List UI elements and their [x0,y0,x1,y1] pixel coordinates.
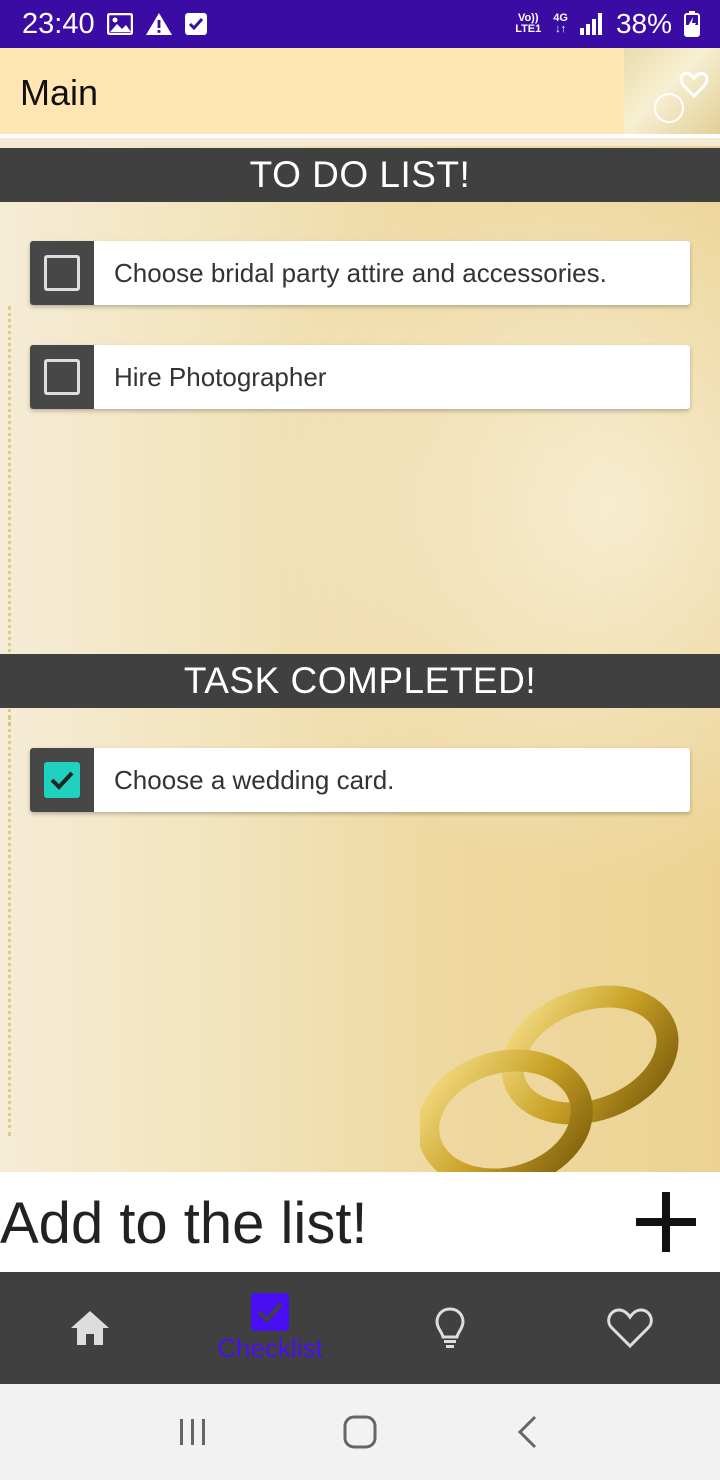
completed-item[interactable]: Choose a wedding card. [30,748,690,812]
app-bar: Main [0,48,720,138]
checkbox-container[interactable] [30,748,94,812]
status-time: 23:40 [22,7,95,40]
decorative-heart-pattern [624,48,720,134]
checkbox[interactable] [44,359,80,395]
status-bar: 23:40 Vo)) LTE1 4G ↓↑ 38% [0,0,720,48]
nav-ideas[interactable] [360,1272,540,1384]
image-icon [106,13,133,35]
warning-icon [145,12,173,36]
signal-icon [579,13,604,35]
checkbox-container[interactable] [30,241,94,305]
wedding-rings-illustration [420,985,679,1172]
checkbox[interactable] [44,255,80,291]
home-icon [71,1311,109,1345]
page-title: Main [20,72,99,113]
home-circle-icon [343,1415,377,1449]
checkbox-container[interactable] [30,345,94,409]
todo-item-label: Choose bridal party attire and accessori… [114,257,607,288]
battery-charging-icon [684,11,700,37]
lightbulb-icon [435,1307,465,1348]
system-navigation [0,1384,720,1480]
volte-indicator: Vo)) LTE1 [515,12,542,35]
check-box-icon [184,13,207,35]
todo-section-header: TO DO LIST! [0,148,720,202]
battery-percent: 38% [615,8,672,39]
todo-item[interactable]: Choose bridal party attire and accessori… [30,241,690,305]
heart-icon [607,1308,653,1348]
add-item-input[interactable] [0,1188,600,1258]
completed-item-label: Choose a wedding card. [114,764,395,795]
completed-section-header: TASK COMPLETED! [0,654,720,708]
bottom-navigation: Checklist [0,1272,720,1384]
todo-item[interactable]: Hire Photographer [30,345,690,409]
checklist-icon [251,1292,289,1331]
recent-apps-icon [180,1419,206,1445]
nav-favorites[interactable] [540,1272,720,1384]
nav-home[interactable] [0,1272,180,1384]
back-button[interactable] [497,1402,557,1462]
nav-checklist[interactable]: Checklist [180,1272,360,1384]
add-button[interactable] [634,1190,698,1254]
back-icon [517,1415,536,1449]
plus-icon [636,1192,696,1252]
home-button[interactable] [330,1402,390,1462]
nav-checklist-label: Checklist [217,1332,323,1363]
check-icon [50,771,74,790]
network-type: 4G ↓↑ [553,12,568,35]
checkbox-checked[interactable] [44,762,80,798]
recent-apps-button[interactable] [163,1402,223,1462]
todo-item-label: Hire Photographer [114,361,327,392]
add-bar [0,1172,720,1272]
